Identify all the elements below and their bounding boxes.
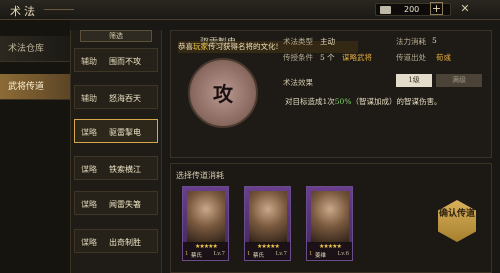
effect-description: 对目标造成1次50%（智谋加成）的智谋伤害。 — [285, 96, 441, 107]
skill-list-item[interactable]: 辅助 怒海吞天 — [74, 85, 158, 109]
add-currency-button[interactable]: + — [430, 2, 443, 15]
notice-highlight: 玩家 — [193, 42, 208, 51]
skill-list-item[interactable]: 谋略 闻雷失箸 — [74, 191, 158, 215]
skill-type: 谋略 — [81, 165, 97, 174]
suits-value: 5 个 — [320, 53, 335, 62]
title-divider — [44, 9, 74, 10]
consume-title: 选择传道消耗 — [176, 171, 224, 180]
close-icon[interactable]: ✕ — [458, 2, 472, 16]
skill-name: 铁索横江 — [109, 165, 141, 174]
skill-name: 围而不攻 — [109, 57, 141, 66]
skill-type: 辅助 — [81, 57, 97, 66]
card-info-bar: ★★★★★ 1 姜维 Lv.6 — [307, 242, 352, 260]
effect-label: 术法效果 — [283, 78, 313, 87]
general-card[interactable]: ★★★★★ 1 蔡氏 Lv.7 — [182, 186, 229, 261]
transfer-value[interactable]: 荀彧 — [436, 52, 451, 63]
skill-type: 谋略 — [81, 128, 97, 137]
tab-level-1[interactable]: 1级 — [396, 74, 432, 87]
card-info-bar: ★★★★★ 1 蔡氏 Lv.7 — [245, 242, 290, 260]
skill-list-item[interactable]: 辅助 围而不攻 — [74, 48, 158, 72]
nav-tab-general-transfer[interactable]: 武将传道 — [0, 74, 70, 100]
effect-desc-pct: 50% — [334, 97, 352, 106]
skill-name: 出奇制胜 — [109, 238, 141, 247]
suits-link[interactable]: 谋略武将 — [342, 52, 372, 63]
skill-type-value: 主动 — [320, 37, 335, 46]
effect-desc-suffix: （智谋加成）的智谋伤害。 — [351, 97, 442, 106]
skill-type-label: 术法类型 — [283, 37, 313, 46]
transfer-label: 传道出处 — [396, 53, 426, 62]
filter-button[interactable]: 筛选 — [80, 30, 152, 42]
skill-type: 谋略 — [81, 200, 97, 209]
notice-suffix: 传习获得名将的文化! — [208, 42, 279, 51]
card-cost: 1 — [247, 251, 251, 257]
skill-name: 驱雷掣电 — [109, 128, 141, 137]
general-portrait — [187, 191, 225, 243]
tab-level-max[interactable]: 满级 — [436, 74, 482, 87]
currency-icon — [380, 6, 391, 14]
skill-type: 辅助 — [81, 94, 97, 103]
card-stars: ★★★★★ — [257, 243, 280, 250]
card-stars: ★★★★★ — [319, 243, 342, 250]
effect-desc-prefix: 对目标造成1次 — [285, 97, 335, 106]
card-name: 蔡氏 — [191, 253, 203, 259]
nav-tab-skill-warehouse[interactable]: 术法仓库 — [0, 36, 70, 62]
skill-cost-value: 5 — [432, 36, 437, 45]
skill-emblem-glyph: 攻 — [213, 82, 233, 106]
card-level: Lv.6 — [337, 251, 349, 257]
card-level: Lv.7 — [275, 251, 287, 257]
card-cost: 1 — [309, 251, 313, 257]
general-card[interactable]: ★★★★★ 1 姜维 Lv.6 — [306, 186, 353, 261]
skill-name: 闻雷失箸 — [109, 200, 141, 209]
general-portrait — [311, 191, 349, 243]
skill-cost-label: 法力消耗 — [396, 37, 426, 46]
currency-value: 200 — [404, 5, 420, 14]
skill-name: 怒海吞天 — [109, 94, 141, 103]
card-name: 姜维 — [315, 253, 327, 259]
card-stars: ★★★★★ — [195, 243, 218, 250]
card-level: Lv.7 — [213, 251, 225, 257]
window-title: 术法 — [10, 5, 38, 18]
general-portrait — [249, 191, 287, 243]
notice-prefix: 恭喜 — [178, 42, 193, 51]
suits-label: 传授条件 — [283, 53, 313, 62]
card-info-bar: ★★★★★ 1 蔡氏 Lv.7 — [183, 242, 228, 260]
skill-list-item-selected[interactable]: 谋略 驱雷掣电 — [74, 119, 158, 143]
general-card[interactable]: ★★★★★ 1 蔡氏 Lv.7 — [244, 186, 291, 261]
skill-type: 谋略 — [81, 238, 97, 247]
card-name: 蔡氏 — [253, 253, 265, 259]
skill-list-item[interactable]: 谋略 铁索横江 — [74, 156, 158, 180]
card-cost: 1 — [185, 251, 189, 257]
skill-list-item[interactable]: 谋略 出奇制胜 — [74, 229, 158, 253]
